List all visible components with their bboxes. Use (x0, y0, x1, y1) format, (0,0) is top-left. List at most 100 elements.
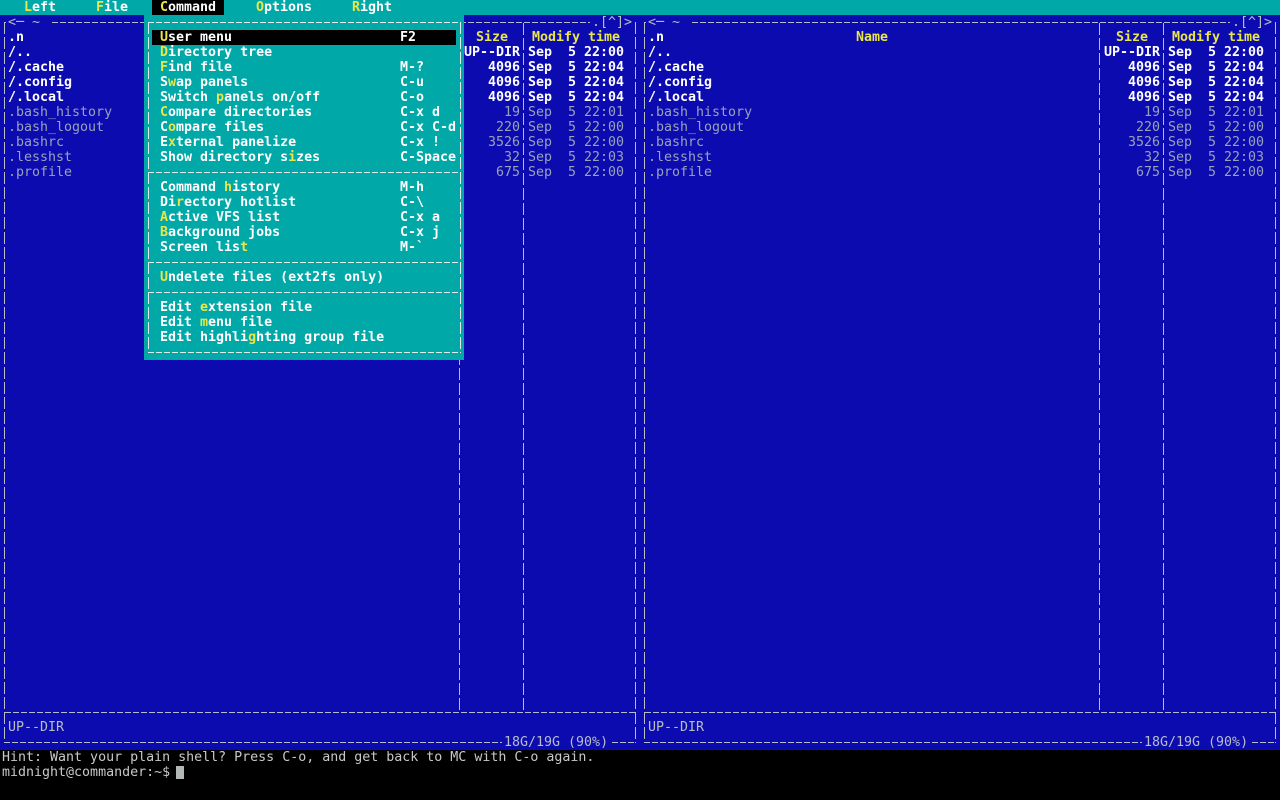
column-header-size[interactable]: Size (1104, 30, 1160, 45)
column-header-mtime[interactable]: Modify time (1168, 30, 1264, 45)
menu-item-edit-highlighting-group-file[interactable]: Edit highlighting group file (152, 330, 456, 345)
file-mtime: Sep 5 22:00 (528, 165, 625, 180)
file-name: /.. (8, 45, 33, 60)
shell-prompt[interactable]: midnight@commander:~$ (2, 765, 170, 780)
hotkey-letter: D (160, 45, 169, 60)
file-name: /.. (648, 45, 673, 60)
menu-border-right (460, 22, 461, 353)
menu-item-label: Directory tree (160, 45, 272, 60)
mc-terminal-screen: Left File Command Options Right <─ ~ .[^]> .… (0, 0, 1280, 800)
file-name: /.config (648, 75, 713, 90)
menu-item-label: Edit highlighting group file (160, 330, 384, 345)
file-size: 3526 (487, 135, 520, 150)
menu-border-top (148, 22, 460, 23)
menu-item-show-directory-sizes[interactable]: Show directory sizes C-Space (152, 150, 456, 165)
label-text: zes (296, 150, 321, 165)
menu-item-label: Switch panels on/off (160, 90, 320, 105)
menubar-item-right[interactable]: Right (344, 0, 400, 15)
file-row-bash-history[interactable]: .bash_history 19 Sep 5 22:01 (640, 105, 1280, 120)
menu-item-compare-files[interactable]: Compare files C-x C-d (152, 120, 456, 135)
menu-item-label: Find file (160, 60, 232, 75)
hotkey-letter: x (168, 135, 177, 150)
file-size: UP--DIR (1104, 45, 1161, 60)
menu-item-user-menu[interactable]: User menu F2 (152, 30, 456, 45)
menu-item-label: Background jobs (160, 225, 280, 240)
panel-path[interactable]: <─ ~ (6, 15, 51, 30)
menu-item-find-file[interactable]: Find file M-? (152, 60, 456, 75)
label-text: S (160, 75, 169, 90)
column-header-mtime[interactable]: Modify time (528, 30, 624, 45)
free-space: 18G/19G (90%) (502, 735, 610, 750)
hotkey-letter: i (288, 150, 297, 165)
menu-item-shortcut: C-x a (400, 210, 441, 225)
menu-item-directory-hotlist[interactable]: Directory hotlist C-\ (152, 195, 456, 210)
menu-item-compare-directories[interactable]: Compare directories C-x d (152, 105, 456, 120)
menu-item-label: Show directory sizes (160, 150, 320, 165)
hotkey-letter: B (160, 225, 169, 240)
file-row-[interactable]: /.. UP--DIR Sep 5 22:00 (640, 45, 1280, 60)
menubar-item-left[interactable]: Left (16, 0, 64, 15)
file-size: 3526 (1127, 135, 1160, 150)
label-text: Screen lis (160, 240, 241, 255)
file-name: /.config (8, 75, 73, 90)
menu-border-left (148, 22, 149, 353)
hotkey-letter: C (160, 0, 169, 15)
menu-item-shortcut: C-o (400, 90, 425, 105)
file-name: /.local (648, 90, 705, 105)
file-row-profile[interactable]: .profile 675 Sep 5 22:00 (640, 165, 1280, 180)
menu-item-label: Edit extension file (160, 300, 312, 315)
menu-item-directory-tree[interactable]: Directory tree (152, 45, 456, 60)
hotkey-letter: A (160, 210, 169, 225)
terminal-cursor[interactable] (176, 766, 184, 779)
menu-item-external-panelize[interactable]: External panelize C-x ! (152, 135, 456, 150)
panel-status-separator (5, 712, 635, 713)
label-text: ackground jobs (168, 225, 281, 240)
menu-item-shortcut: C-x C-d (400, 120, 457, 135)
file-row-bash-logout[interactable]: .bash_logout 220 Sep 5 22:00 (640, 120, 1280, 135)
file-size: 4096 (1127, 60, 1160, 75)
menu-item-screen-list[interactable]: Screen list M-` (152, 240, 456, 255)
label-text: istory (232, 180, 281, 195)
menubar-item-command[interactable]: Command (152, 0, 225, 15)
menu-item-shortcut: C-x d (400, 105, 441, 120)
menu-item-label: User menu (160, 30, 232, 45)
file-mtime: Sep 5 22:00 (1168, 45, 1265, 60)
file-mtime: Sep 5 22:03 (528, 150, 625, 165)
file-row-local[interactable]: /.local 4096 Sep 5 22:04 (640, 90, 1280, 105)
label-text: mpare files (176, 120, 265, 135)
menubar-item-options[interactable]: Options (248, 0, 320, 15)
column-header-name[interactable]: Name (648, 30, 1096, 45)
label-text: ap panels (176, 75, 249, 90)
menu-item-label: External panelize (160, 135, 296, 150)
hotkey-letter: g (248, 330, 257, 345)
menu-separator (148, 292, 460, 293)
menu-item-swap-panels[interactable]: Swap panels C-u (152, 75, 456, 90)
file-size: 220 (495, 120, 520, 135)
hotkey-letter: O (256, 0, 265, 15)
menu-item-undelete-files-ext2fs-only[interactable]: Undelete files (ext2fs only) (152, 270, 456, 285)
column-header-size[interactable]: Size (464, 30, 520, 45)
menubar-item-file[interactable]: File (88, 0, 136, 15)
menu-item-edit-menu-file[interactable]: Edit menu file (152, 315, 456, 330)
label-text: xtension file (208, 300, 313, 315)
panel-up-button[interactable]: .[^]> (1230, 15, 1275, 30)
file-row-config[interactable]: /.config 4096 Sep 5 22:04 (640, 75, 1280, 90)
file-name: /.local (8, 90, 65, 105)
hotkey-letter: F (160, 60, 169, 75)
menu-item-command-history[interactable]: Command history M-h (152, 180, 456, 195)
menu-item-active-vfs-list[interactable]: Active VFS list C-x a (152, 210, 456, 225)
file-row-lesshst[interactable]: .lesshst 32 Sep 5 22:03 (640, 150, 1280, 165)
panel-path[interactable]: <─ ~ (646, 15, 691, 30)
file-row-bashrc[interactable]: .bashrc 3526 Sep 5 22:00 (640, 135, 1280, 150)
menu-item-switch-panels-on-off[interactable]: Switch panels on/off C-o (152, 90, 456, 105)
hotkey-letter: t (240, 240, 249, 255)
file-row-cache[interactable]: /.cache 4096 Sep 5 22:04 (640, 60, 1280, 75)
label-text: ser menu (168, 30, 233, 45)
file-size: UP--DIR (464, 45, 521, 60)
menu-item-background-jobs[interactable]: Background jobs C-x j (152, 225, 456, 240)
menu-item-edit-extension-file[interactable]: Edit extension file (152, 300, 456, 315)
menu-item-label: Directory hotlist (160, 195, 296, 210)
file-size: 32 (1143, 150, 1160, 165)
panel-up-button[interactable]: .[^]> (590, 15, 635, 30)
menu-item-shortcut: C-x ! (400, 135, 441, 150)
